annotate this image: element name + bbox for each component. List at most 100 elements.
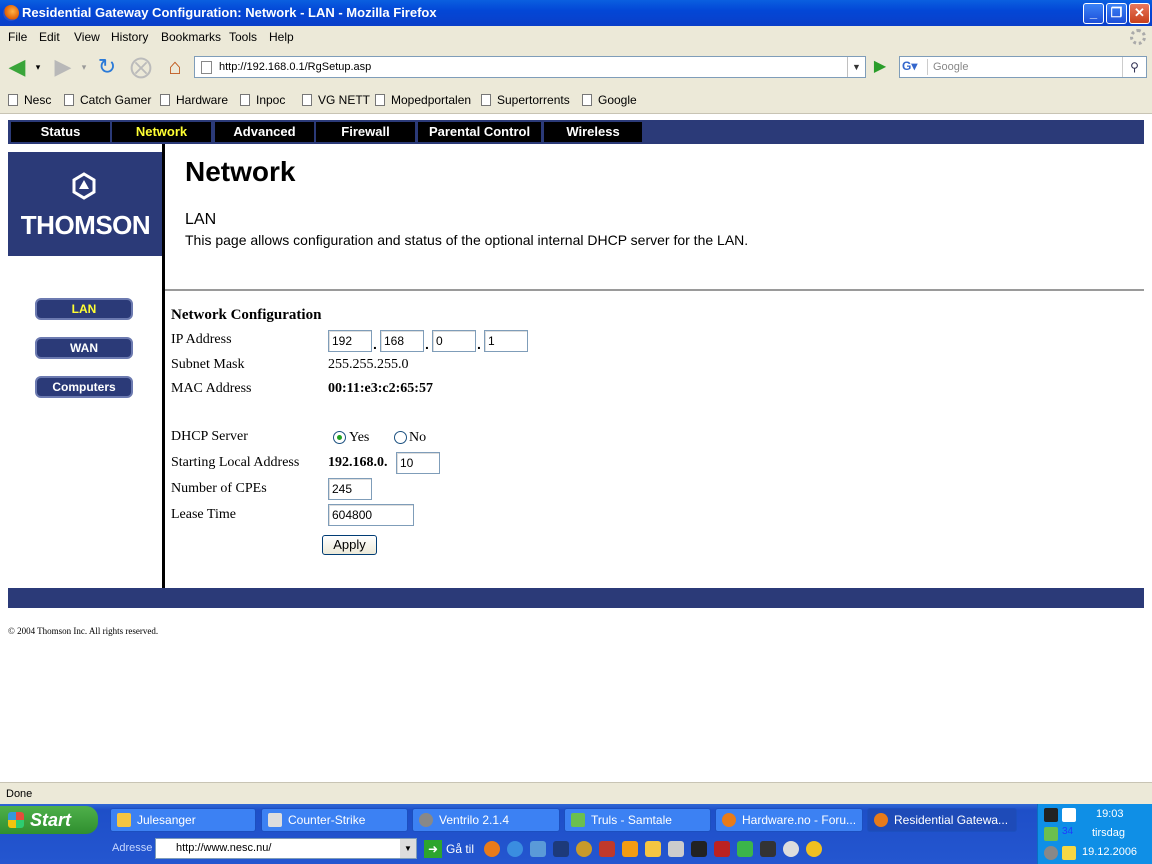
go-button[interactable]: ➜ Gå til (424, 840, 474, 858)
menu-edit[interactable]: Edit (39, 30, 60, 44)
lease-time-label: Lease Time (171, 507, 236, 522)
app-quicklaunch-icon[interactable] (737, 841, 753, 857)
search-engine-icon[interactable]: G▾ (902, 59, 928, 75)
clock-date: 19.12.2006 (1082, 846, 1138, 858)
ip-octet-1-input[interactable] (328, 330, 372, 352)
msn-icon (571, 813, 585, 827)
menu-history[interactable]: History (111, 30, 148, 44)
bookmark-item[interactable]: Mopedportalen (375, 93, 471, 107)
back-icon[interactable]: ◀ (4, 54, 30, 80)
ventrilo-tray-icon[interactable] (1044, 846, 1058, 860)
go-icon[interactable]: ▶ (870, 57, 890, 77)
url-text[interactable]: http://192.168.0.1/RgSetup.asp (219, 61, 371, 73)
back-dropdown-icon[interactable]: ▾ (32, 54, 44, 80)
steam-quicklaunch-icon[interactable] (691, 841, 707, 857)
tab-network[interactable]: Network (112, 122, 211, 142)
app-quicklaunch-icon[interactable] (668, 841, 684, 857)
page-icon (201, 61, 212, 74)
bookmark-item[interactable]: Catch Gamer (64, 93, 151, 107)
address-label: Adresse (112, 842, 153, 854)
tray-icon[interactable] (1062, 808, 1076, 822)
menu-file[interactable]: File (8, 30, 27, 44)
search-input[interactable]: Google (933, 61, 968, 73)
address-bar[interactable]: http://www.nesc.nu/ ▼ (155, 838, 417, 859)
tab-parental-control[interactable]: Parental Control (418, 122, 541, 142)
address-dropdown-icon[interactable]: ▼ (400, 839, 416, 858)
dhcp-yes-radio[interactable] (333, 431, 346, 444)
sidebar-item-wan[interactable]: WAN (35, 337, 133, 359)
divider (165, 289, 1144, 291)
cpe-count-input[interactable] (328, 478, 372, 500)
taskbar-item[interactable]: Ventrilo 2.1.4 (412, 808, 560, 832)
steam-tray-icon[interactable] (1044, 808, 1058, 822)
close-button[interactable]: ✕ (1129, 3, 1150, 24)
app-quicklaunch-icon[interactable] (530, 841, 546, 857)
dhcp-server-label: DHCP Server (171, 429, 248, 444)
forward-dropdown-icon[interactable]: ▾ (78, 54, 90, 80)
form-heading: Network Configuration (171, 307, 322, 323)
lease-time-input[interactable] (328, 504, 414, 526)
bookmark-item[interactable]: Google (582, 93, 637, 107)
app-quicklaunch-icon[interactable] (553, 841, 569, 857)
forward-icon[interactable]: ▶ (50, 54, 76, 80)
folder-quicklaunch-icon[interactable] (645, 841, 661, 857)
tab-status[interactable]: Status (11, 122, 110, 142)
ip-octet-4-input[interactable] (484, 330, 528, 352)
ie-quicklaunch-icon[interactable] (507, 841, 523, 857)
apply-button[interactable]: Apply (322, 535, 377, 555)
stop-icon[interactable]: ⨂ (128, 54, 154, 80)
app-quicklaunch-icon[interactable] (783, 841, 799, 857)
app-quicklaunch-icon[interactable] (599, 841, 615, 857)
app-quicklaunch-icon[interactable] (760, 841, 776, 857)
search-bar[interactable]: G▾ Google ⚲ (899, 56, 1147, 78)
ip-octet-2-input[interactable] (380, 330, 424, 352)
sidebar-divider (162, 144, 165, 588)
menu-view[interactable]: View (74, 30, 100, 44)
taskbar-item[interactable]: Hardware.no - Foru... (715, 808, 863, 832)
starting-address-input[interactable] (396, 452, 440, 474)
sidebar-item-computers[interactable]: Computers (35, 376, 133, 398)
bookmark-item[interactable]: Hardware (160, 93, 228, 107)
search-icon[interactable]: ⚲ (1122, 57, 1146, 77)
url-dropdown-icon[interactable]: ▼ (847, 57, 865, 77)
address-input[interactable]: http://www.nesc.nu/ (176, 842, 271, 854)
tab-wireless[interactable]: Wireless (544, 122, 642, 142)
speaker-tray-icon[interactable] (1062, 846, 1076, 860)
ip-octet-3-input[interactable] (432, 330, 476, 352)
counter-strike-icon (268, 813, 282, 827)
taskbar-item[interactable]: Counter-Strike (261, 808, 408, 832)
vlc-quicklaunch-icon[interactable] (622, 841, 638, 857)
minimize-button[interactable]: _ (1083, 3, 1104, 24)
reload-icon[interactable]: ↻ (94, 54, 120, 80)
bookmark-item[interactable]: Nesc (8, 93, 51, 107)
wow-quicklaunch-icon[interactable] (576, 841, 592, 857)
menu-tools[interactable]: Tools (229, 30, 257, 44)
dhcp-no-radio[interactable] (394, 431, 407, 444)
bookmark-item[interactable]: Inpoc (240, 93, 285, 107)
page-icon (582, 94, 592, 106)
clock-time: 19:03 (1096, 808, 1124, 820)
copyright: © 2004 Thomson Inc. All rights reserved. (8, 626, 159, 636)
page-icon (375, 94, 385, 106)
menu-help[interactable]: Help (269, 30, 294, 44)
app-quicklaunch-icon[interactable] (714, 841, 730, 857)
msn-tray-icon[interactable] (1044, 827, 1058, 841)
firefox-icon (722, 813, 736, 827)
tab-firewall[interactable]: Firewall (316, 122, 415, 142)
menu-bar: File Edit View History Bookmarks Tools H… (0, 26, 1152, 48)
firefox-quicklaunch-icon[interactable] (484, 841, 500, 857)
bookmark-item[interactable]: VG NETT (302, 93, 370, 107)
maximize-button[interactable]: ❐ (1106, 3, 1127, 24)
taskbar-item[interactable]: Julesanger (110, 808, 256, 832)
taskbar-item[interactable]: Truls - Samtale (564, 808, 711, 832)
bookmark-item[interactable]: Supertorrents (481, 93, 570, 107)
sidebar-item-lan[interactable]: LAN (35, 298, 133, 320)
tab-advanced[interactable]: Advanced (215, 122, 314, 142)
start-button[interactable]: Start (0, 806, 98, 834)
taskbar-item-active[interactable]: Residential Gatewa... (867, 808, 1017, 832)
url-bar[interactable]: http://192.168.0.1/RgSetup.asp ▼ (194, 56, 866, 78)
menu-bookmarks[interactable]: Bookmarks (161, 30, 221, 44)
home-icon[interactable]: ⌂ (162, 54, 188, 80)
router-footer-bar (8, 588, 1144, 608)
media-quicklaunch-icon[interactable] (806, 841, 822, 857)
